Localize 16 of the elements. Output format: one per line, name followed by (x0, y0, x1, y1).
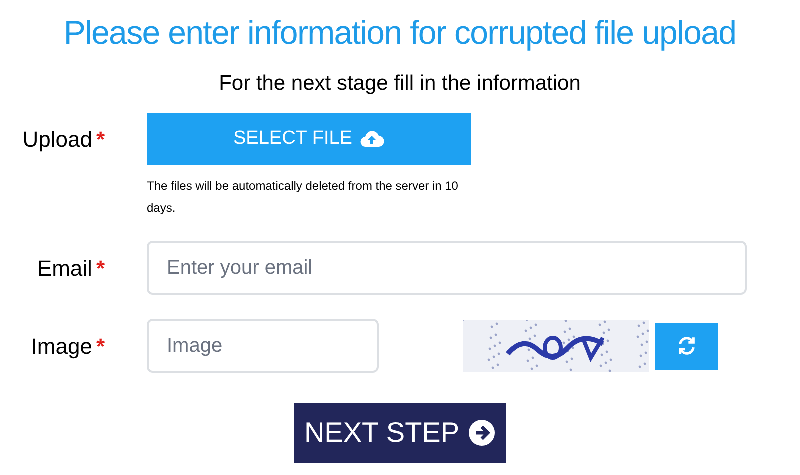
required-mark: * (96, 126, 105, 154)
field-label: Email (37, 254, 92, 282)
field-label: Image (31, 332, 92, 361)
upload-note: The files will be automatically deleted from the server in 10 days. (147, 178, 460, 217)
refresh-icon (676, 336, 696, 356)
field-label: Upload (22, 126, 92, 154)
next-step-button[interactable]: NEXT STEP (294, 403, 506, 463)
required-mark: * (96, 254, 105, 282)
page-title: Please enter information for corrupted file upload (64, 13, 736, 53)
cloud-upload-icon (360, 130, 384, 148)
required-mark: * (96, 332, 105, 360)
subtitle: For the next stage fill in the information (219, 70, 581, 96)
arrow-right-icon (468, 419, 496, 447)
email-field[interactable]: Enter your email (147, 241, 747, 295)
image-code-field[interactable]: Image (147, 319, 379, 373)
refresh-button[interactable] (655, 322, 718, 370)
